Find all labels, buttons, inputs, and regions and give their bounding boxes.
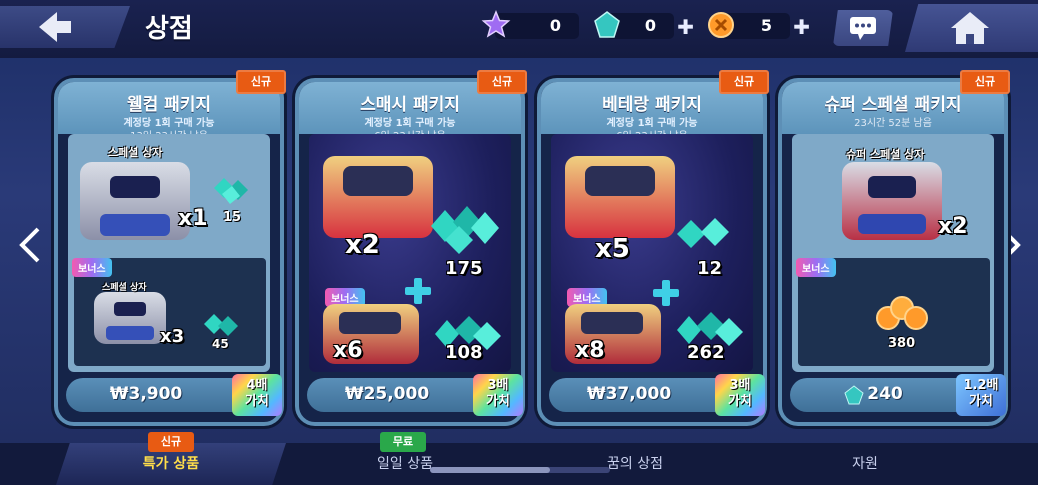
gem-pile-icon bbox=[677, 218, 729, 248]
gem-pile-icon bbox=[431, 206, 499, 254]
chat-button[interactable] bbox=[833, 10, 893, 46]
home-icon bbox=[951, 12, 989, 44]
coin-pile-icon bbox=[876, 296, 928, 330]
chevron-left-icon bbox=[19, 227, 40, 263]
chest-image bbox=[323, 156, 433, 238]
buy-button[interactable]: ₩25,000 3배 가치 bbox=[307, 374, 523, 416]
package-title: 스매시 패키지 bbox=[360, 95, 460, 115]
value-label: 가치 bbox=[969, 394, 993, 409]
buy-button[interactable]: ₩37,000 3배 가치 bbox=[549, 374, 765, 416]
package-card-smash[interactable]: 신규 스매시 패키지 계정당 1회 구매 가능 6일 23시간 남음 x2 17… bbox=[295, 70, 527, 426]
chest-image bbox=[565, 156, 675, 238]
value-multiplier: 3배 bbox=[729, 378, 751, 393]
gold-coin-value: 5 bbox=[760, 16, 772, 35]
special-box-image bbox=[80, 162, 190, 240]
bonus-gem-count: 45 bbox=[212, 337, 229, 351]
chat-icon bbox=[850, 17, 876, 40]
value-label: 가치 bbox=[245, 394, 269, 409]
green-gem-value: 0 bbox=[644, 16, 656, 35]
buy-button[interactable]: ₩3,900 4배 가치 bbox=[66, 374, 282, 416]
box-label: 슈퍼 스페셜 상자 bbox=[846, 148, 925, 161]
star-gem-icon bbox=[481, 10, 511, 38]
bonus-box-label: 스페셜 상자 bbox=[102, 283, 147, 293]
value-badge: 1.2배 가치 bbox=[956, 374, 1006, 416]
buy-button[interactable]: 240 1.2배 가치 bbox=[790, 374, 1006, 416]
back-arrow-icon bbox=[39, 12, 71, 42]
add-green-gem-button[interactable]: ✚ bbox=[677, 15, 694, 39]
back-button[interactable] bbox=[0, 6, 130, 48]
plus-icon bbox=[405, 278, 431, 304]
gem-pile-icon bbox=[214, 178, 248, 204]
bonus-coin-count: 380 bbox=[888, 336, 916, 351]
box-label: 스페셜 상자 bbox=[108, 146, 163, 159]
bonus-special-box-image bbox=[94, 292, 166, 344]
chest-count: x2 bbox=[345, 230, 380, 260]
bonus-chest-count: x6 bbox=[333, 338, 363, 363]
bonus-chest-count: x8 bbox=[575, 338, 605, 363]
package-title: 웰컴 패키지 bbox=[126, 95, 212, 115]
package-card-veteran[interactable]: 신규 베테랑 패키지 계정당 1회 구매 가능 6일 23시간 남음 x5 12… bbox=[537, 70, 769, 426]
tab-new-badge: 신규 bbox=[148, 432, 194, 452]
package-title: 슈퍼 스페셜 패키지 bbox=[824, 95, 962, 115]
tab-dream-shop[interactable]: 꿈의 상점 bbox=[530, 443, 740, 485]
value-multiplier: 3배 bbox=[487, 378, 509, 393]
value-multiplier: 1.2배 bbox=[963, 378, 999, 393]
value-badge: 3배 가치 bbox=[473, 374, 523, 416]
package-art: 스페셜 상자 x1 15 보너스 스페셜 상자 x3 45 bbox=[68, 134, 270, 372]
box-count: x2 bbox=[938, 214, 968, 239]
package-title: 베테랑 패키지 bbox=[602, 95, 702, 115]
value-label: 가치 bbox=[486, 394, 510, 409]
box-count: x1 bbox=[178, 206, 208, 231]
value-badge: 3배 가치 bbox=[715, 374, 765, 416]
bonus-tag: 보너스 bbox=[72, 258, 112, 277]
prev-arrow-button[interactable] bbox=[16, 225, 44, 275]
tab-free-badge: 무료 bbox=[380, 432, 426, 452]
gem-count: 15 bbox=[223, 210, 242, 225]
package-art: 슈퍼 스페셜 상자 x2 보너스 380 bbox=[792, 134, 994, 372]
gold-coin-icon bbox=[708, 12, 734, 38]
bonus-gem-count: 108 bbox=[445, 342, 483, 363]
gold-coin-counter: 5 ✚ bbox=[708, 12, 810, 39]
tab-resources[interactable]: 자원 bbox=[760, 443, 970, 485]
package-card-welcome[interactable]: 신규 웰컴 패키지 계정당 1회 구매 가능 13일 23시간 남음 스페셜 상… bbox=[54, 70, 286, 426]
add-gold-coin-button[interactable]: ✚ bbox=[793, 15, 810, 39]
package-art: x2 175 보너스 x6 108 bbox=[309, 134, 511, 372]
star-gem-counter: 0 bbox=[481, 10, 579, 39]
bonus-gem-pile-icon bbox=[204, 314, 238, 336]
bonus-gem-count: 262 bbox=[687, 342, 725, 363]
price: ₩3,900 bbox=[109, 384, 183, 404]
package-art: x5 12 보너스 x8 262 bbox=[551, 134, 753, 372]
time-remaining: 23시간 52분 남음 bbox=[854, 118, 932, 129]
star-gem-value: 0 bbox=[549, 16, 561, 35]
super-special-box-image bbox=[842, 162, 942, 240]
price: ₩37,000 bbox=[586, 384, 672, 404]
home-button[interactable] bbox=[905, 4, 1038, 52]
value-multiplier: 4배 bbox=[246, 378, 268, 393]
price: 240 bbox=[867, 384, 903, 404]
bonus-box-count: x3 bbox=[160, 326, 185, 347]
green-gem-counter: 0 ✚ bbox=[594, 11, 694, 39]
page-title: 상점 bbox=[145, 14, 193, 44]
chest-count: x5 bbox=[595, 234, 630, 264]
package-card-super-special[interactable]: 신규 슈퍼 스페셜 패키지 23시간 52분 남음 슈퍼 스페셜 상자 x2 보… bbox=[778, 70, 1010, 426]
gem-count: 175 bbox=[445, 258, 483, 279]
value-badge: 4배 가치 bbox=[232, 374, 282, 416]
green-gem-icon bbox=[594, 11, 620, 38]
value-label: 가치 bbox=[728, 394, 752, 409]
scrollbar-thumb[interactable] bbox=[430, 467, 550, 473]
gem-count: 12 bbox=[697, 258, 723, 279]
bonus-tag: 보너스 bbox=[796, 258, 836, 277]
price: ₩25,000 bbox=[344, 384, 430, 404]
